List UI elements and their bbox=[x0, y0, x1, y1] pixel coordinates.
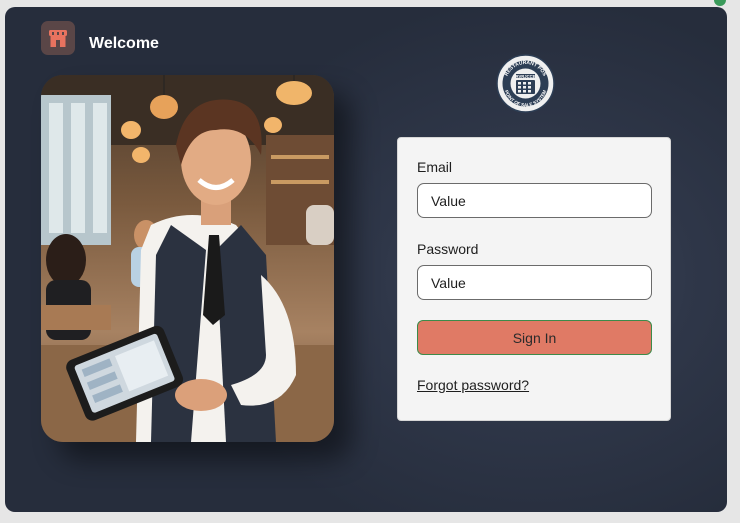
page-title: Welcome bbox=[89, 35, 159, 52]
status-dot bbox=[714, 0, 726, 6]
waiter-with-tablet-photo bbox=[41, 75, 334, 442]
app-window: Welcome RESTAURANT POS RVRJCCE POINT OF … bbox=[5, 7, 727, 512]
forgot-password-link[interactable]: Forgot password? bbox=[417, 377, 529, 393]
seal-center-text: RVRJCCE bbox=[516, 74, 536, 79]
password-field[interactable] bbox=[417, 265, 652, 300]
hero-illustration bbox=[41, 75, 334, 442]
password-label: Password bbox=[417, 241, 479, 257]
login-card: Email Password Sign In Forgot password? bbox=[397, 137, 671, 421]
sign-in-button[interactable]: Sign In bbox=[417, 320, 652, 355]
storefront-icon bbox=[49, 30, 67, 47]
email-field[interactable] bbox=[417, 183, 652, 218]
email-label: Email bbox=[417, 159, 453, 175]
app-logo bbox=[41, 21, 75, 55]
restaurant-pos-seal: RESTAURANT POS RVRJCCE POINT OF SALE SYS… bbox=[496, 54, 555, 113]
